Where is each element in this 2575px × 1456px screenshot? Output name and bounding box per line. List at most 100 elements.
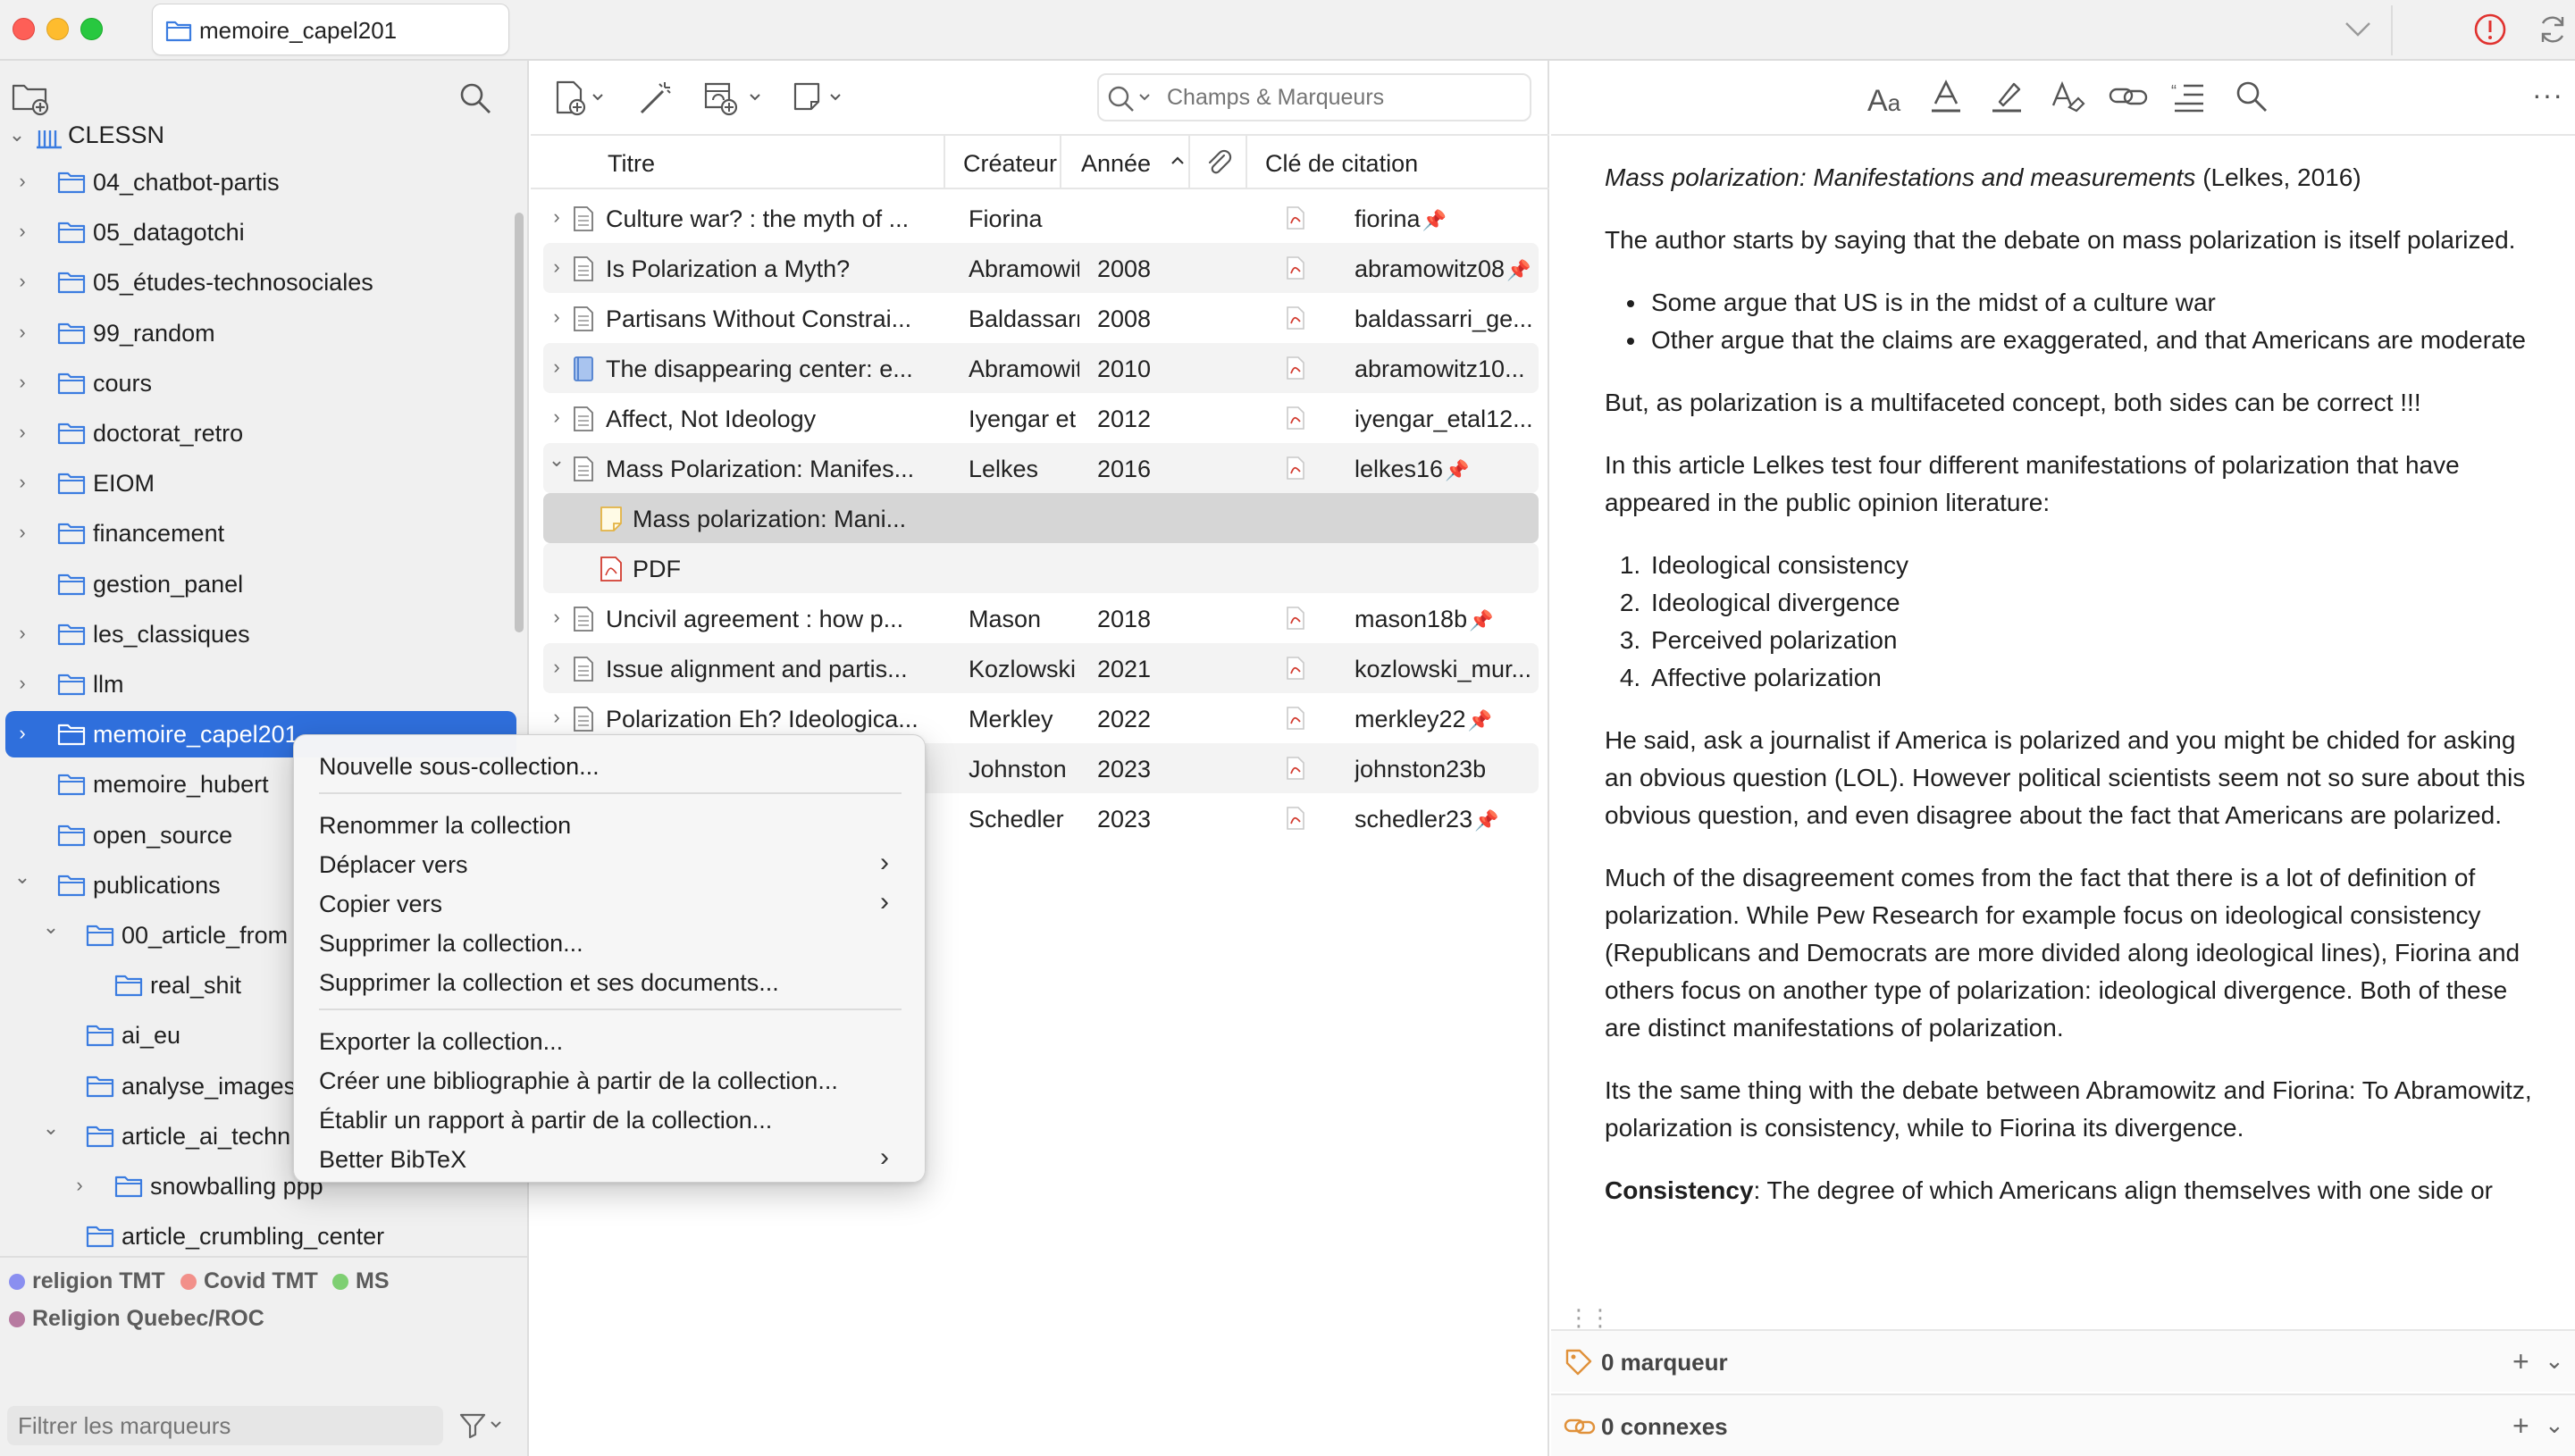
sidebar-item-les-classiques[interactable]: › les_classiques [0,611,518,657]
sidebar-item-eiom[interactable]: › EIOM [0,460,518,506]
sidebar-item-article-crumbling-center[interactable]: article_crumbling_center [0,1213,518,1259]
chevron-right-icon[interactable]: › [13,272,32,291]
note-body[interactable]: Mass polarization: Manifestations and me… [1605,159,2543,1386]
chevron-right-icon[interactable]: › [547,706,566,729]
pdf-attachment-icon[interactable] [1285,706,1306,735]
chevron-down-icon[interactable]: ⌄ [7,125,27,145]
error-alert-icon[interactable] [2473,13,2507,51]
sidebar-item-llm[interactable]: › llm [0,661,518,707]
text-size-icon[interactable]: Aa [1867,84,1900,119]
sidebar-item-gestion-panel[interactable]: gestion_panel [0,561,518,607]
items-search-field[interactable] [1097,73,1531,121]
pdf-attachment-icon[interactable] [1285,255,1306,285]
tab-memoire-capel201[interactable]: memoire_capel201 [152,4,509,55]
child-item-row[interactable]: PDF [543,543,1539,593]
menu-item-exporter-la-collection[interactable]: Exporter la collection... [294,1021,927,1060]
chevron-right-icon[interactable]: › [13,724,32,743]
chevron-down-icon[interactable] [2343,16,2373,47]
magic-wand-icon[interactable] [636,79,675,122]
chevron-right-icon[interactable]: › [13,523,32,542]
menu-item-creer-une-bibliographie-a-partir-de-la-collection[interactable]: Créer une bibliographie à partir de la c… [294,1060,927,1100]
menu-item-deplacer-vers[interactable]: Déplacer vers › [294,844,927,883]
add-attachment-icon[interactable] [702,79,774,122]
new-item-icon[interactable] [552,79,615,122]
sidebar-item-cours[interactable]: › cours [0,360,518,406]
pdf-attachment-icon[interactable] [1285,806,1306,835]
chevron-right-icon[interactable]: › [547,356,566,379]
maximize-window-button[interactable] [80,18,103,40]
table-row[interactable]: › Culture war? : the myth of ... Fiorina fi… [543,193,1539,243]
sidebar-item-99-random[interactable]: › 99_random [0,310,518,356]
chevron-right-icon[interactable]: › [547,406,566,429]
search-icon[interactable] [457,80,493,121]
table-row[interactable]: › The disappearing center: e... Abramowitz… [543,343,1539,393]
chevron-down-icon[interactable]: ⌄ [41,917,61,937]
related-box[interactable]: 0 connexes + ⌄ [1551,1393,2575,1456]
items-search-input[interactable] [1167,75,1524,120]
minimize-window-button[interactable] [46,18,69,40]
chevron-right-icon[interactable]: › [13,473,32,492]
table-row[interactable]: › Issue alignment and partis... Kozlowski … [543,643,1539,693]
menu-item-renommer-la-collection[interactable]: Renommer la collection [294,805,927,844]
library-root[interactable]: ⌄ CLESSN [0,118,518,159]
menu-item-better-bibtex[interactable]: Better BibTeX › [294,1139,927,1178]
new-collection-icon[interactable] [11,80,50,121]
pdf-attachment-icon[interactable] [1285,356,1306,385]
column-citekey[interactable]: Clé de citation [1247,136,1549,189]
tag-religion-quebec-roc[interactable]: Religion Quebec/ROC [9,1306,264,1332]
pdf-attachment-icon[interactable] [1285,606,1306,635]
column-year[interactable]: Année [1061,136,1190,189]
sync-icon[interactable] [2536,13,2570,51]
search-mode-icon[interactable] [1104,80,1162,121]
highlight-icon[interactable] [1987,77,2026,121]
tag-filter-field[interactable] [7,1406,443,1445]
drag-handle-icon[interactable]: ⋮⋮ [1567,1304,1612,1332]
table-row[interactable]: › Partisans Without Constrai... Baldassarr… [543,293,1539,343]
chevron-down-icon[interactable]: ⌄ [2545,1347,2564,1375]
tag-ms[interactable]: MS [332,1268,390,1294]
chevron-right-icon[interactable]: › [547,205,566,229]
chevron-right-icon[interactable]: › [70,1176,89,1195]
tag-covid-tmt[interactable]: Covid TMT [180,1268,318,1294]
pdf-attachment-icon[interactable] [1285,305,1306,335]
column-title[interactable]: Titre [531,136,945,189]
chevron-right-icon[interactable]: › [547,255,566,279]
pdf-attachment-icon[interactable] [1285,406,1306,435]
sidebar-item-05-datagotchi[interactable]: › 05_datagotchi [0,209,518,255]
chevron-down-icon[interactable]: ⌄ [547,448,566,472]
table-row[interactable]: › Is Polarization a Myth? Abramowitz ... 20… [543,243,1539,293]
pdf-attachment-icon[interactable] [1285,456,1306,485]
chevron-down-icon[interactable]: ⌄ [13,866,32,887]
table-row[interactable]: ⌄ Mass Polarization: Manifes... Lelkes 2016… [543,443,1539,493]
add-tag-button[interactable]: + [2512,1345,2529,1378]
new-note-icon[interactable] [790,79,852,122]
text-color-icon[interactable] [1926,77,1966,121]
tags-box[interactable]: 0 marqueur + ⌄ [1551,1329,2575,1392]
menu-item-copier-vers[interactable]: Copier vers › [294,883,927,923]
tag-religion-tmt[interactable]: religion TMT [9,1268,165,1294]
menu-item-supprimer-la-collection-et-ses-documents[interactable]: Supprimer la collection et ses documents… [294,962,927,1001]
chevron-right-icon[interactable]: › [13,322,32,342]
table-row[interactable]: › Affect, Not Ideology Iyengar et al. 2012 i… [543,393,1539,443]
link-icon[interactable] [2107,77,2150,121]
menu-item-etablir-un-rapport-a-partir-de-la-collection[interactable]: Établir un rapport à partir de la collec… [294,1100,927,1139]
tag-filter-menu-icon[interactable] [457,1410,504,1446]
sidebar-item-financement[interactable]: › financement [0,510,518,556]
find-in-note-icon[interactable] [2232,77,2271,121]
sidebar-item-05-tudes-technosociales[interactable]: › 05_études-technosociales [0,259,518,305]
chevron-right-icon[interactable]: › [547,305,566,329]
pdf-attachment-icon[interactable] [1285,756,1306,785]
menu-item-supprimer-la-collection[interactable]: Supprimer la collection... [294,923,927,962]
more-options-icon[interactable]: ··· [2532,79,2563,112]
insert-citation-icon[interactable]: “ [2169,77,2209,121]
menu-item-nouvelle-sous-collection[interactable]: Nouvelle sous-collection... [294,746,927,785]
chevron-right-icon[interactable]: › [13,222,32,241]
chevron-right-icon[interactable]: › [13,423,32,442]
column-attachments[interactable] [1190,136,1247,189]
sidebar-scrollbar[interactable] [515,213,524,632]
sidebar-item-04-chatbot-partis[interactable]: › 04_chatbot-partis [0,159,518,205]
pdf-attachment-icon[interactable] [1285,656,1306,685]
chevron-right-icon[interactable]: › [547,656,566,679]
chevron-right-icon[interactable]: › [13,372,32,392]
chevron-down-icon[interactable]: ⌄ [41,1117,61,1138]
